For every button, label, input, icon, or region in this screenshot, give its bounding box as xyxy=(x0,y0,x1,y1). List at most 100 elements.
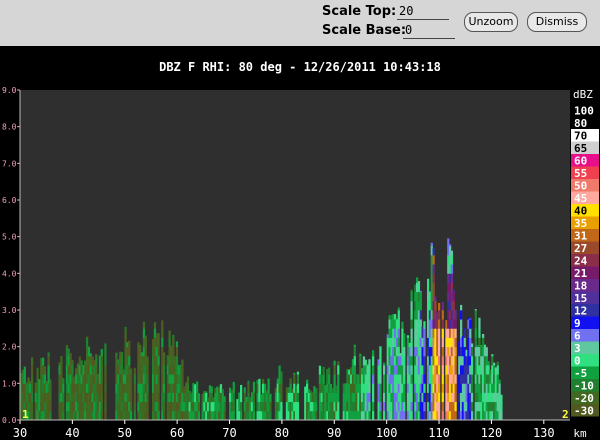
echo-cell xyxy=(62,392,65,403)
echo-cell xyxy=(293,374,296,384)
echo-cell xyxy=(163,401,166,412)
y-tick-label: 1.0 xyxy=(2,379,17,388)
echo-cell xyxy=(432,248,435,256)
echo-cell xyxy=(379,365,382,375)
echo-cell xyxy=(252,401,256,412)
echo-cell xyxy=(379,410,382,421)
colorbar-value: 70 xyxy=(574,130,587,143)
echo-cell xyxy=(397,337,400,348)
colorbar-value: 6 xyxy=(574,330,581,343)
echo-cell xyxy=(397,319,400,329)
echo-cell xyxy=(49,410,52,421)
echo-cell xyxy=(49,401,52,412)
echo-cell xyxy=(157,333,160,338)
colorbar-value: 9 xyxy=(574,317,581,330)
echo-cell xyxy=(337,374,340,384)
echo-cell xyxy=(441,302,444,311)
echo-cell xyxy=(463,328,466,329)
echo-cell xyxy=(368,410,371,421)
echo-cell xyxy=(87,346,91,348)
echo-cell xyxy=(104,343,107,348)
echo-cell xyxy=(104,410,107,421)
echo-cell xyxy=(31,401,34,412)
echo-cell xyxy=(280,383,283,393)
echo-cell xyxy=(471,392,474,403)
echo-cell xyxy=(372,401,375,412)
echo-cell xyxy=(252,410,256,421)
colorbar-value: 12 xyxy=(574,305,587,318)
echo-cell xyxy=(438,302,441,311)
echo-cell xyxy=(315,388,318,393)
colorbar-value: -30 xyxy=(574,405,594,418)
echo-cell xyxy=(397,307,400,311)
echo-cell xyxy=(172,346,175,357)
colorbar-value: 0 xyxy=(574,355,581,368)
echo-cell xyxy=(417,282,421,293)
echo-cell xyxy=(401,321,404,329)
echo-cell xyxy=(293,372,296,375)
echo-cell xyxy=(500,394,503,403)
y-tick-label: 9.0 xyxy=(2,86,17,95)
echo-cell xyxy=(333,360,336,366)
echo-cell xyxy=(423,392,426,403)
echo-cell xyxy=(296,392,300,403)
x-tick-label: 50 xyxy=(118,426,132,440)
echo-cell xyxy=(60,365,63,375)
echo-cell xyxy=(450,250,454,256)
x-tick-label: 110 xyxy=(428,426,450,440)
echo-cell xyxy=(100,374,103,384)
echo-cell xyxy=(471,383,474,393)
echo-cell xyxy=(252,381,256,384)
echo-cell xyxy=(181,359,184,366)
echo-cell xyxy=(423,401,426,412)
echo-cell xyxy=(423,374,426,384)
echo-cell xyxy=(240,392,243,403)
echo-cell xyxy=(434,296,437,302)
echo-cell xyxy=(186,376,190,384)
y-tick-label: 5.0 xyxy=(2,233,17,242)
echo-cell xyxy=(240,384,243,393)
echo-cell xyxy=(95,365,98,375)
echo-cell xyxy=(474,310,477,320)
echo-cell xyxy=(474,319,477,329)
echo-cell xyxy=(100,355,103,366)
echo-cell xyxy=(379,383,382,393)
echo-cell xyxy=(43,366,47,375)
echo-cell xyxy=(441,337,444,348)
echo-cell xyxy=(120,352,124,357)
colorbar-value: 35 xyxy=(574,217,587,230)
echo-cell xyxy=(423,410,426,421)
echo-cell xyxy=(403,401,406,412)
echo-cell xyxy=(383,365,386,375)
echo-cell xyxy=(423,383,426,393)
echo-cell xyxy=(130,374,133,384)
echo-cell xyxy=(104,346,107,357)
echo-cell xyxy=(419,300,422,311)
echo-cell xyxy=(460,310,463,320)
echo-cell xyxy=(383,410,386,421)
echo-cell xyxy=(383,401,386,412)
echo-cell xyxy=(95,355,98,366)
echo-cell xyxy=(315,401,318,412)
echo-cell xyxy=(100,392,103,403)
echo-cell xyxy=(163,392,166,403)
echo-cell xyxy=(133,374,136,384)
colorbar-label: dBZ xyxy=(573,88,593,101)
echo-cell xyxy=(423,355,426,366)
echo-cell xyxy=(410,337,413,348)
echo-cell xyxy=(383,374,386,384)
echo-cell xyxy=(491,354,494,357)
echo-cell xyxy=(328,374,331,384)
echo-cell xyxy=(232,392,235,403)
echo-cell xyxy=(359,355,362,366)
echo-cell xyxy=(441,365,444,375)
echo-cell xyxy=(144,335,147,338)
echo-cell xyxy=(359,353,362,357)
echo-cell xyxy=(62,410,65,421)
x-tick-label: 30 xyxy=(13,426,27,440)
x-tick-label: 90 xyxy=(327,426,341,440)
y-tick-label: 8.0 xyxy=(2,123,17,132)
echo-cell xyxy=(146,392,149,403)
echo-cell xyxy=(47,352,50,357)
echo-cell xyxy=(49,379,52,384)
